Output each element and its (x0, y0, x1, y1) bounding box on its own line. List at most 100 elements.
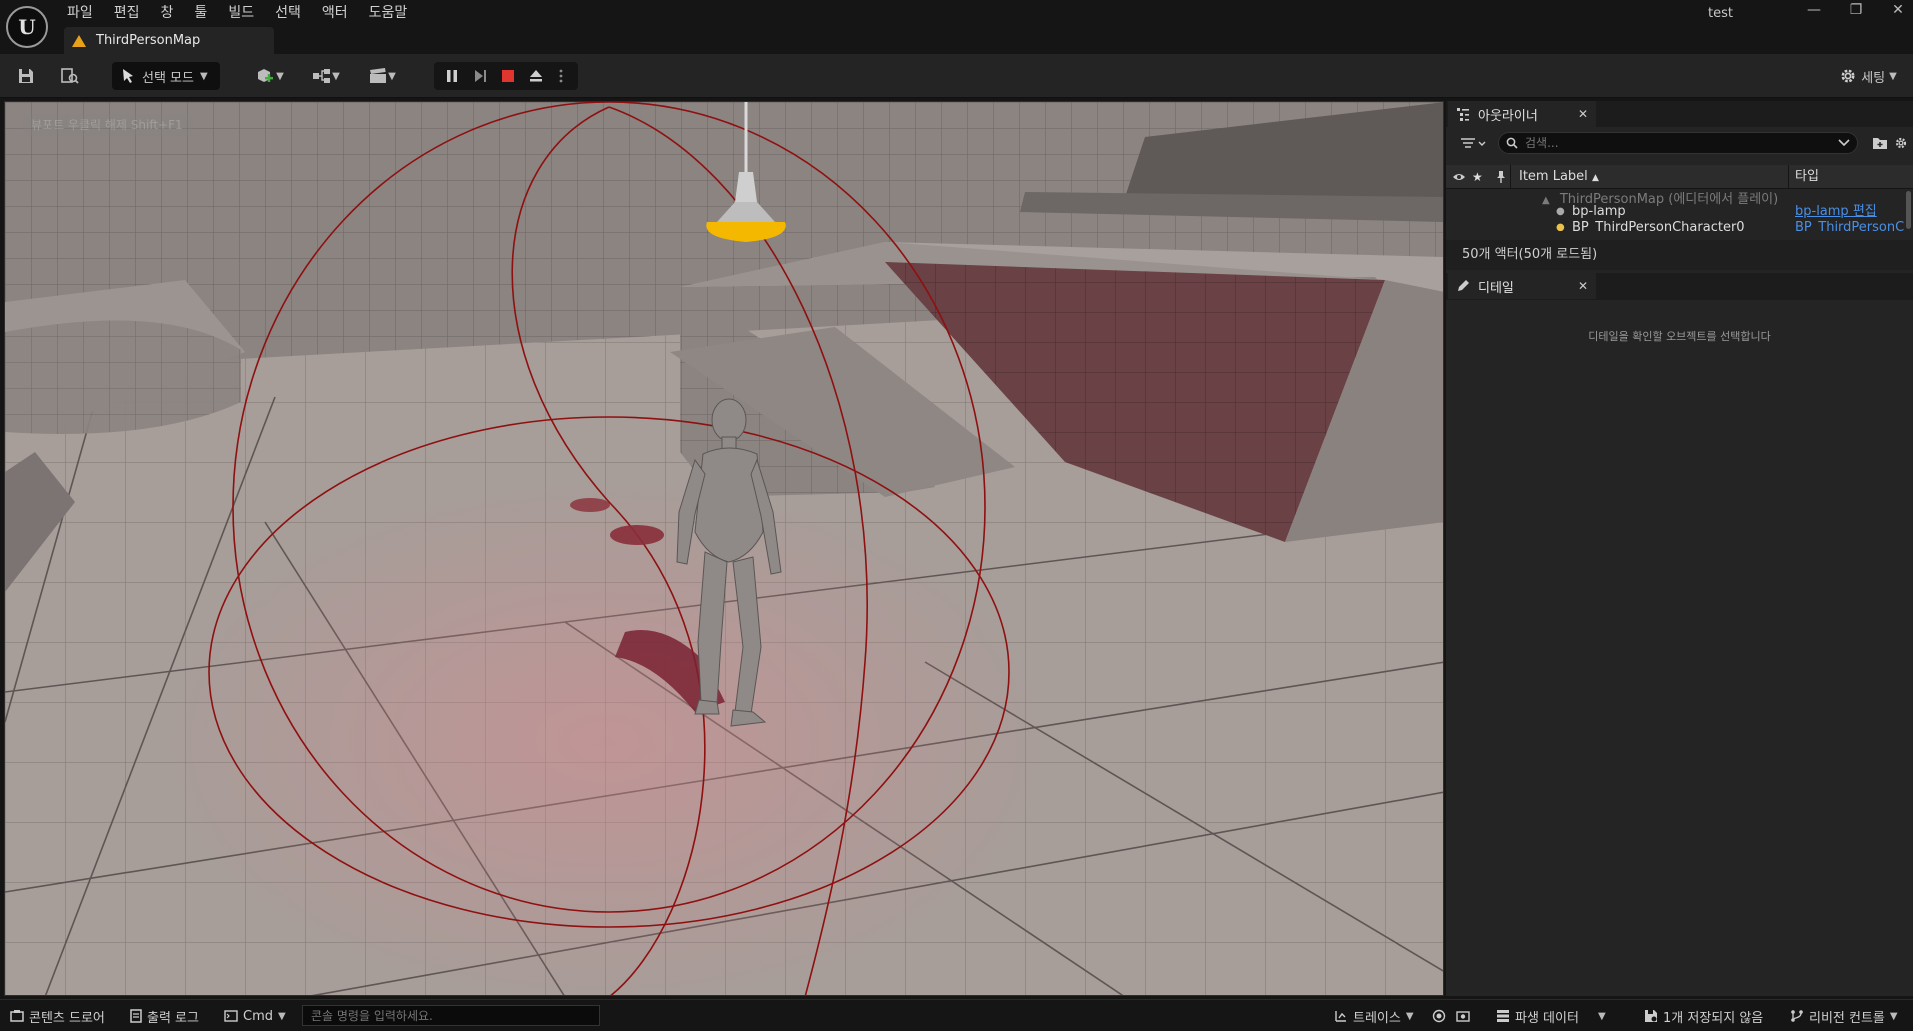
record-button[interactable] (1432, 1006, 1446, 1026)
unsaved-assets-button[interactable]: 1개 저장되지 않음 (1644, 1006, 1763, 1026)
add-actor-button[interactable]: ▼ (250, 62, 290, 90)
tree-row-bp-lamp[interactable]: ● bp-lamp bp-lamp 편집 (1446, 203, 1906, 220)
minimize-button[interactable]: — (1800, 2, 1828, 22)
close-button[interactable]: ✕ (1884, 2, 1912, 22)
close-icon[interactable]: ✕ (1578, 107, 1588, 121)
eject-button[interactable] (522, 62, 550, 90)
cursor-icon (123, 69, 133, 83)
menu-actor[interactable]: 액터 (315, 0, 362, 24)
window-title: test (1708, 6, 1733, 21)
status-bar: 콘텐츠 드로어 출력 로그 Cmd ▼ 트레이스 ▼ 파생 데이터 ▼ 1개 저… (0, 999, 1913, 1031)
outliner-title: 아웃라이너 (1478, 108, 1538, 124)
trace-dropdown[interactable]: 트레이스 ▼ (1334, 1006, 1414, 1026)
menu-build[interactable]: 빌드 (221, 0, 268, 24)
branch-icon (1791, 1010, 1803, 1022)
pause-icon (447, 70, 457, 82)
selection-mode-dropdown[interactable]: 선택 모드 ▼ (112, 62, 220, 90)
actor-icon: ● (1556, 206, 1565, 217)
stop-icon (502, 70, 514, 82)
outliner-scrollbar[interactable] (1906, 191, 1911, 229)
edit-character-link[interactable]: BP_ThirdPersonC (1795, 219, 1904, 231)
right-panel: 아웃라이너 ✕ ★ Item Label ▲ 타입 ▲ ThirdPersonM… (1446, 101, 1913, 996)
cmd-dropdown[interactable]: Cmd ▼ (224, 1006, 286, 1026)
gear-icon (1841, 69, 1855, 83)
trace-icon (1335, 1011, 1346, 1022)
log-icon (130, 1009, 142, 1023)
map-warning-icon (72, 34, 86, 47)
screenshot-button[interactable] (1456, 1006, 1470, 1026)
column-type[interactable]: 타입 (1788, 165, 1913, 189)
outliner-column-header: ★ Item Label ▲ 타입 (1446, 165, 1913, 189)
outliner-search-input[interactable] (1498, 132, 1858, 154)
sort-ascending-icon: ▲ (1591, 173, 1599, 183)
settings-button[interactable]: 세팅 ▼ (1833, 62, 1903, 90)
main-toolbar: 선택 모드 ▼ ▼ ▼ ▼ 세팅 ▼ (0, 54, 1913, 98)
settings-label: 세팅 (1861, 70, 1886, 86)
clapperboard-icon (370, 68, 387, 83)
filter-icon[interactable] (1460, 137, 1486, 151)
menu-tools[interactable]: 툴 (187, 0, 221, 24)
menu-edit[interactable]: 편집 (107, 0, 154, 24)
content-browse-icon (61, 68, 79, 84)
column-item-label[interactable]: Item Label ▲ (1510, 165, 1599, 189)
chevron-down-icon: ▼ (199, 70, 208, 82)
step-forward-icon (475, 70, 486, 82)
console-command-input[interactable] (302, 1005, 600, 1026)
revision-control-dropdown[interactable]: 리비전 컨트롤 ▼ (1790, 1006, 1898, 1026)
add-actor-icon (258, 69, 274, 82)
restore-button[interactable]: ❐ (1842, 2, 1870, 22)
chevron-down-icon: ▼ (276, 70, 284, 82)
chevron-down-icon: ▼ (1889, 70, 1897, 82)
chevron-down-icon[interactable] (1838, 139, 1850, 147)
viewport-scene (5, 102, 1443, 995)
database-icon (1497, 1010, 1509, 1022)
chevron-down-icon: ▼ (1889, 1010, 1898, 1022)
details-panel: 디테일을 확인할 오브젝트를 선택합니다 (1446, 300, 1913, 996)
record-icon (1432, 1009, 1446, 1023)
skip-frame-button[interactable] (466, 62, 494, 90)
browse-button[interactable] (56, 62, 84, 90)
close-icon[interactable]: ✕ (1578, 279, 1588, 293)
blueprint-button[interactable]: ▼ (306, 62, 346, 90)
visibility-eye-icon[interactable] (1452, 172, 1466, 182)
details-title: 디테일 (1478, 280, 1514, 296)
tab-outliner[interactable]: 아웃라이너 ✕ (1448, 101, 1596, 127)
more-vertical-icon (559, 69, 563, 83)
menu-select[interactable]: 선택 (268, 0, 315, 24)
tab-details[interactable]: 디테일 ✕ (1448, 273, 1596, 299)
gear-icon[interactable] (1894, 136, 1908, 150)
edit-bp-lamp-link[interactable]: bp-lamp 편집 (1795, 203, 1877, 220)
play-options-button[interactable] (550, 62, 572, 90)
chevron-down-icon: ▼ (278, 1010, 286, 1022)
camera-icon (1456, 1011, 1470, 1022)
outliner-icon (1457, 108, 1469, 121)
save-button[interactable] (12, 62, 40, 90)
output-log-button[interactable]: 출력 로그 (130, 1006, 199, 1026)
chevron-down-icon: ▼ (388, 70, 396, 82)
details-empty-message: 디테일을 확인할 오브젝트를 선택합니다 (1588, 330, 1771, 343)
pencil-icon (1458, 280, 1469, 291)
menu-window[interactable]: 창 (154, 0, 188, 24)
mode-label: 선택 모드 (142, 70, 194, 86)
content-drawer-icon (10, 1010, 24, 1022)
derived-data-dropdown[interactable]: 파생 데이터 ▼ (1496, 1006, 1606, 1026)
light-glow (165, 482, 1045, 995)
stop-button[interactable] (494, 62, 522, 90)
content-drawer-button[interactable]: 콘텐츠 드로어 (10, 1006, 105, 1026)
play-controls (434, 62, 578, 90)
pause-button[interactable] (438, 62, 466, 90)
level-viewport[interactable]: 뷰포트 우클릭 해제 Shift+F1 (4, 101, 1444, 996)
tab-thirdpersonmap[interactable]: ThirdPersonMap (64, 27, 274, 54)
search-icon (1506, 137, 1518, 149)
pin-icon[interactable] (1496, 170, 1506, 184)
menu-bar: 파일 편집 창 툴 빌드 선택 액터 도움말 (60, 0, 421, 24)
unreal-logo-icon[interactable]: U (6, 6, 48, 48)
viewport-hint: 뷰포트 우클릭 해제 Shift+F1 (23, 114, 193, 136)
add-folder-icon[interactable] (1872, 136, 1888, 150)
menu-file[interactable]: 파일 (60, 0, 107, 24)
star-icon[interactable]: ★ (1472, 165, 1483, 189)
cinematics-button[interactable]: ▼ (362, 62, 402, 90)
actor-count: 50개 액터(50개 로드됨) (1446, 240, 1913, 270)
tree-row-character[interactable]: ● BP_ThirdPersonCharacter0 BP_ThirdPerso… (1446, 219, 1906, 231)
menu-help[interactable]: 도움말 (362, 0, 422, 24)
